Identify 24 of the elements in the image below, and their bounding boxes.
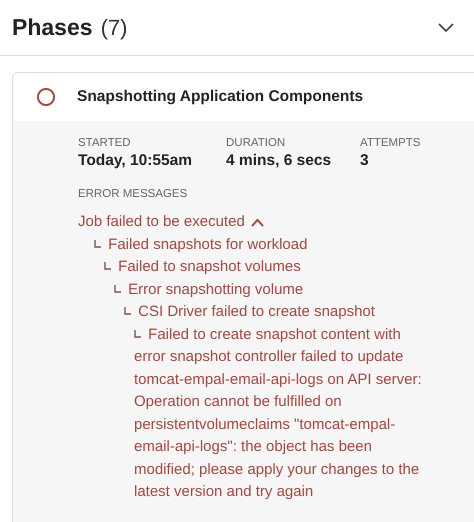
error-message: Failed to snapshot volumes (104, 256, 423, 278)
branch-icon (94, 240, 101, 248)
branch-icon (124, 307, 131, 315)
stat-value: 3 (360, 152, 370, 170)
error-message: CSI Driver failed to create snapshot (124, 301, 423, 324)
stat-label: STARTED (78, 137, 132, 149)
section-title: Phases (12, 14, 93, 41)
phase-title: Snapshotting Application Components (77, 88, 364, 106)
error-message: Failed snapshots for workload (94, 234, 423, 256)
error-message: Job failed to be executed (78, 212, 245, 232)
status-circle-icon (36, 87, 56, 107)
stat-value: 4 mins, 6 secs (226, 152, 332, 170)
error-message: Error snapshotting volume (114, 278, 423, 301)
stat-value: Today, 10:55am (78, 152, 194, 170)
error-message: Failed to create snapshot content with error snapshot controller failed to update tomcat-empal-email-api-logs on API server: Operation cannot be fulfilled on persistentvolumeclaims "tomcat-empal-email-api-logs": the object has been modified; please apply your changes to the latest version and try again (134, 324, 423, 502)
stat-label: DURATION (226, 137, 286, 149)
caret-icon[interactable] (250, 218, 264, 227)
branch-icon (114, 284, 121, 292)
branch-icon (134, 330, 141, 338)
branch-icon (104, 262, 111, 270)
stat-label: ATTEMPTS (360, 137, 422, 149)
phase-count: (7) (100, 15, 128, 41)
errors-label: ERROR MESSAGES (78, 188, 188, 200)
chevron-icon[interactable] (438, 22, 454, 32)
